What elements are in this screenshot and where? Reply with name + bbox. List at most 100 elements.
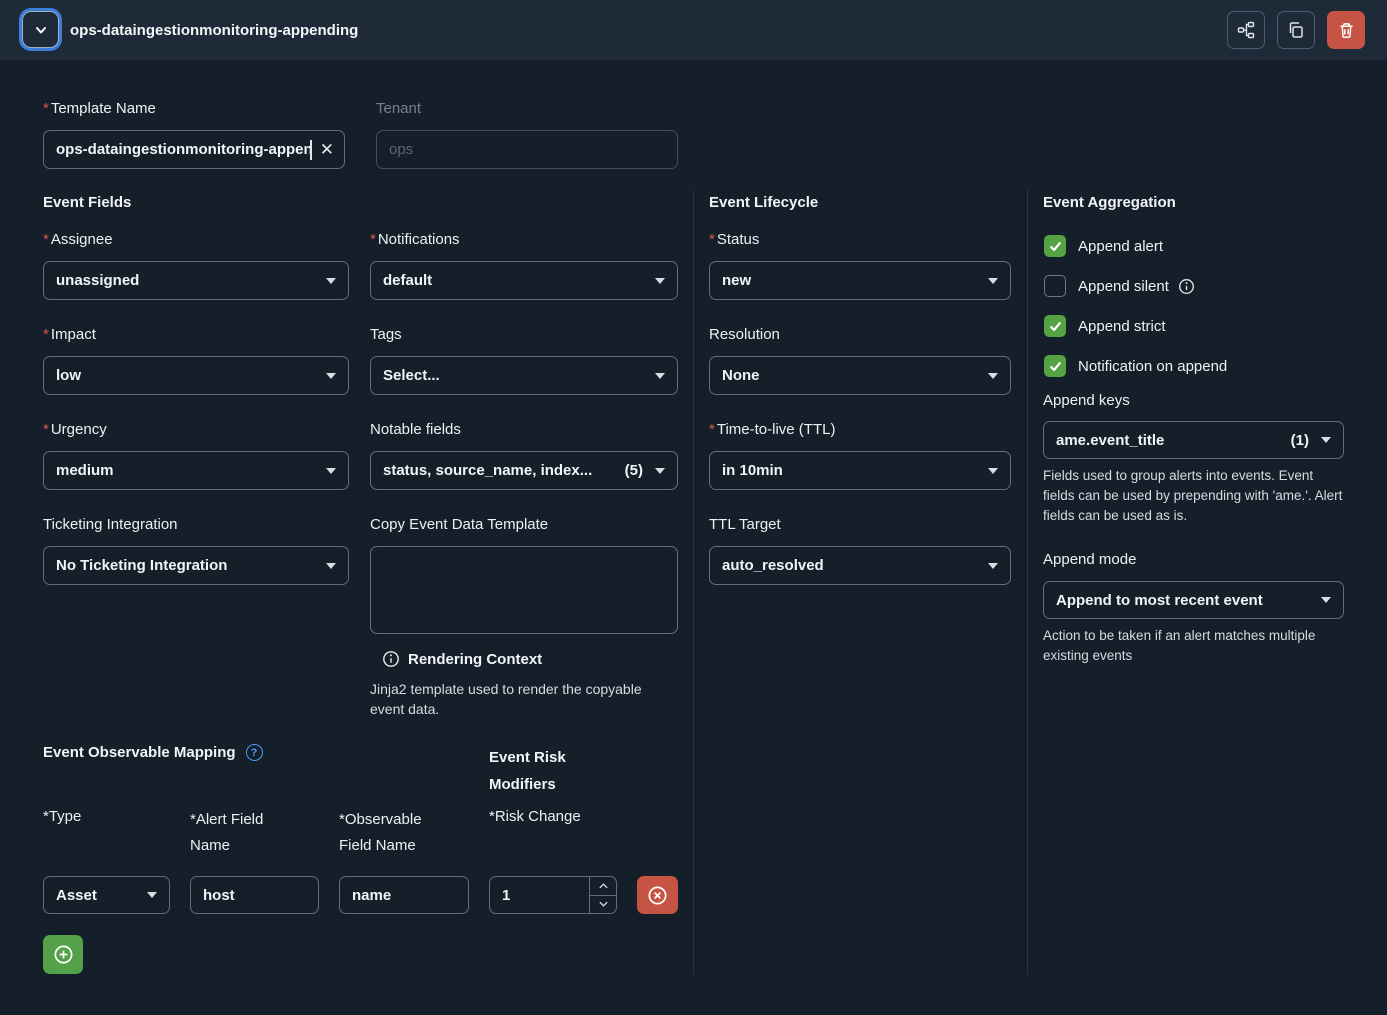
tenant-input[interactable] [376,130,678,169]
template-name-input[interactable] [56,141,310,158]
selected-value: low [56,367,318,384]
ttl-label: *Time-to-live (TTL) [709,420,835,440]
append-keys-select[interactable]: ame.event_title (1) [1043,421,1344,459]
ttl-target-label: TTL Target [709,515,781,535]
notifications-select[interactable]: default [370,261,678,300]
notification-on-append-row: Notification on append [1044,354,1227,378]
append-alert-label: Append alert [1078,238,1163,255]
chevron-down-icon [598,900,609,908]
flow-icon [1237,21,1255,39]
remove-row-button[interactable] [637,876,678,914]
event-fields-heading: Event Fields [43,194,131,211]
impact-label: *Impact [43,325,96,345]
required-marker: * [43,231,49,248]
ticketing-integration-label: Ticketing Integration [43,515,178,535]
chevron-down-icon [326,373,336,379]
append-silent-checkbox[interactable] [1044,275,1066,297]
append-strict-row: Append strict [1044,314,1166,338]
notification-on-append-checkbox[interactable] [1044,355,1066,377]
chevron-down-icon [655,468,665,474]
header: ops-dataingestionmonitoring-appending [0,0,1387,60]
append-silent-row: Append silent [1044,274,1195,298]
risk-change-stepper [489,876,617,914]
clear-input-button[interactable]: ✕ [320,141,334,158]
selected-count: (5) [625,462,643,479]
selected-value: status, source_name, index... [383,462,617,479]
copy-button[interactable] [1277,11,1315,49]
selected-count: (1) [1291,432,1309,449]
chevron-down-icon [326,563,336,569]
template-name-label: *Template Name [43,99,156,119]
urgency-select[interactable]: medium [43,451,349,490]
ttl-target-select[interactable]: auto_resolved [709,546,1011,585]
assignee-select[interactable]: unassigned [43,261,349,300]
help-icon[interactable]: ? [246,744,263,761]
selected-value: ame.event_title [1056,432,1283,449]
trash-icon [1338,22,1355,39]
template-title: ops-dataingestionmonitoring-appending [70,0,358,60]
append-mode-help: Action to be taken if an alert matches m… [1043,626,1348,666]
label-text: Notifications [378,231,460,248]
tags-select[interactable]: Select... [370,356,678,395]
required-marker: * [43,421,49,438]
chevron-up-icon [598,882,609,890]
append-silent-label: Append silent [1078,278,1169,295]
mapping-type-select[interactable]: Asset [43,876,170,914]
circle-x-icon [647,885,668,906]
selected-value: None [722,367,980,384]
risk-modifiers-heading: Event Risk Modifiers [489,744,589,798]
info-icon [382,650,400,668]
ticketing-integration-select[interactable]: No Ticketing Integration [43,546,349,585]
append-alert-checkbox[interactable] [1044,235,1066,257]
info-icon [1178,278,1195,295]
collapse-button[interactable] [22,11,59,48]
chevron-down-icon [326,278,336,284]
label-text: Assignee [51,231,113,248]
required-marker: * [709,231,715,248]
ttl-select[interactable]: in 10min [709,451,1011,490]
append-strict-checkbox[interactable] [1044,315,1066,337]
selected-value: unassigned [56,272,318,289]
alert-field-column-label: *Alert Field Name [190,807,290,859]
selected-value: Append to most recent event [1056,592,1313,609]
append-mode-select[interactable]: Append to most recent event [1043,581,1344,619]
copy-event-data-template-textarea[interactable] [370,546,678,634]
increment-button[interactable] [590,877,616,896]
risk-change-input[interactable] [490,877,589,913]
append-strict-label: Append strict [1078,318,1166,335]
label-text: Template Name [51,100,156,117]
chevron-down-icon [326,468,336,474]
required-marker: * [709,421,715,438]
delete-template-button[interactable] [1327,11,1365,49]
tags-label: Tags [370,325,402,345]
add-row-button[interactable] [43,935,83,974]
chevron-down-icon [988,468,998,474]
assignee-label: *Assignee [43,230,113,250]
circle-plus-icon [53,944,74,965]
checkmark-icon [1048,239,1063,254]
template-editor: ops-dataingestionmonitoring-appending [0,0,1387,1015]
resolution-select[interactable]: None [709,356,1011,395]
impact-select[interactable]: low [43,356,349,395]
event-aggregation-heading: Event Aggregation [1043,194,1176,211]
selected-value: Asset [56,887,139,904]
notable-fields-select[interactable]: status, source_name, index... (5) [370,451,678,490]
observable-field-input[interactable] [339,876,469,914]
required-marker: * [43,326,49,343]
chevron-down-icon [988,373,998,379]
urgency-label: *Urgency [43,420,107,440]
chevron-down-icon [655,373,665,379]
rendering-context-label: Rendering Context [408,651,542,668]
append-keys-label: Append keys [1043,391,1130,411]
rendering-context-row: Rendering Context [382,650,542,668]
selected-value: new [722,272,980,289]
column-divider [1027,190,1028,975]
risk-change-column-label: *Risk Change [489,807,619,827]
chevron-down-icon [32,21,50,39]
alert-field-input[interactable] [190,876,319,914]
checkmark-icon [1048,319,1063,334]
decrement-button[interactable] [590,896,616,914]
template-name-field: ✕ [43,130,345,169]
status-select[interactable]: new [709,261,1011,300]
flow-button[interactable] [1227,11,1265,49]
